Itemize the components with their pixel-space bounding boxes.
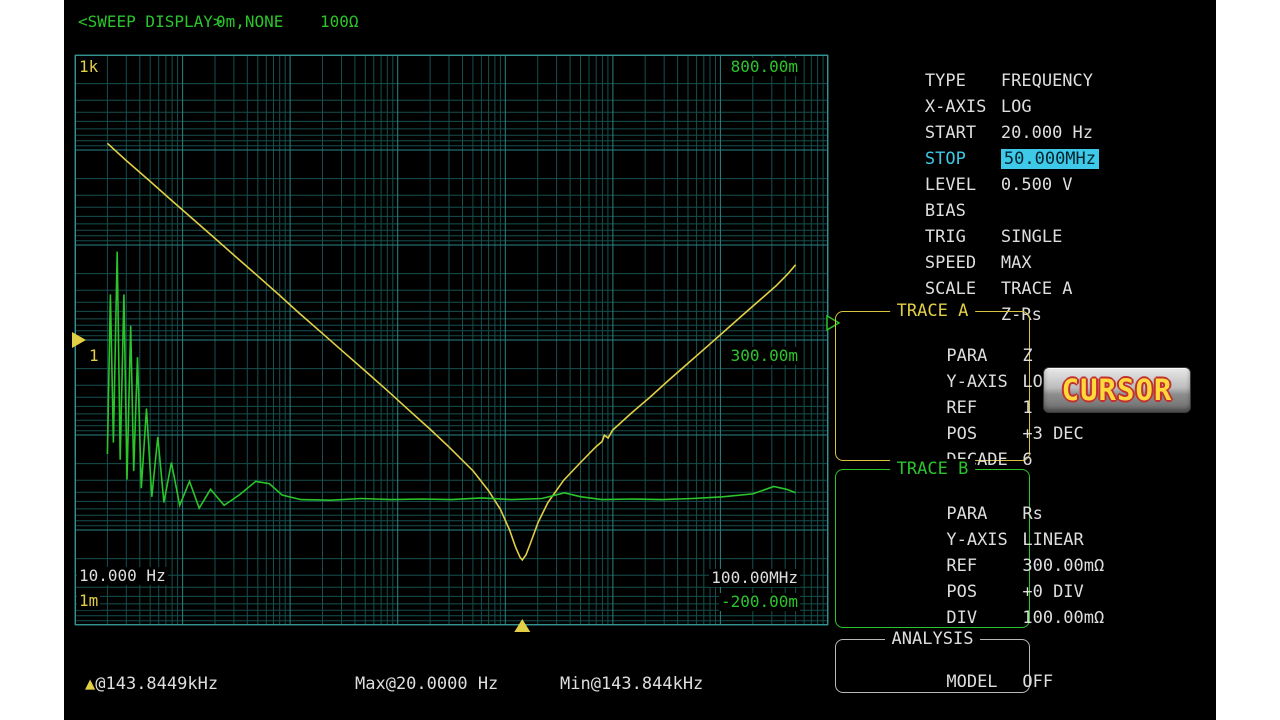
trace-a-ref-marker-icon[interactable] (72, 332, 86, 348)
max-readout-header: Max@20.0000 Hz (355, 673, 498, 695)
setting-row-type[interactable]: TYPEFREQUENCY (843, 51, 1093, 77)
trace-b-value: 100.00mΩ (1022, 608, 1104, 628)
trace-a-value: 1 (1022, 398, 1032, 418)
trace-b-label: PARA (946, 504, 1022, 524)
trace-b-row-para[interactable]: PARARs (844, 484, 1104, 510)
trace-a-label: REF (946, 398, 1022, 418)
setting-label: TYPE (925, 71, 1001, 91)
cursor-triangle-icon: ▲ (85, 674, 95, 694)
readout-min-column: Min@143.844kHz 4.8504m 4.8389m (560, 629, 703, 720)
statusbar-impedance-range: 100Ω (320, 12, 359, 31)
trace-b-value: LINEAR (1022, 530, 1083, 550)
trace-b-panel-title: TRACE B (890, 459, 976, 479)
setting-label: START (925, 123, 1001, 143)
readout-cursor-column: ▲@143.8449kHz Z4.8504m Rs4.8389m (85, 629, 218, 720)
setting-value: TRACE A (1001, 279, 1073, 299)
trace-b-label: POS (946, 582, 1022, 602)
sweep-plot-svg[interactable] (75, 55, 828, 625)
trace-z-line (107, 143, 795, 560)
trace-b-label: REF (946, 556, 1022, 576)
cursor-frequency: @143.8449kHz (95, 674, 218, 694)
trace-a-bottom-scale-label: 1m (77, 592, 100, 610)
setting-value: 20.000 Hz (1001, 123, 1093, 143)
trace-a-row-para[interactable]: PARAZ (844, 326, 1084, 352)
trace-b-label: Y-AXIS (946, 530, 1022, 550)
instrument-screen: <SWEEP DISPLAY> 0m,NONE 100Ω 1k 800.00m … (64, 0, 1216, 720)
trace-a-value: 6 (1022, 450, 1032, 470)
readout-max-column: Max@20.0000 Hz 117.04 107.92 (355, 629, 498, 720)
analysis-row-model[interactable]: MODELOFF (844, 652, 1053, 678)
setting-value: 0.500 V (1001, 175, 1073, 195)
x-axis-max-label: 100.00MHz (709, 569, 800, 587)
trace-a-top-scale-label: 1k (77, 58, 100, 76)
statusbar-title: <SWEEP DISPLAY> (78, 12, 223, 31)
setting-value: LOG (1001, 97, 1032, 117)
setting-label: BIAS (925, 201, 1001, 221)
trace-b-bottom-scale-label: -200.00m (719, 593, 800, 611)
analysis-label: MODEL (946, 672, 1022, 692)
setting-value: MAX (1001, 253, 1032, 273)
trace-a-label: Y-AXIS (946, 372, 1022, 392)
trace-b-value: 300.00mΩ (1022, 556, 1104, 576)
sweep-settings-panel: TYPEFREQUENCY X-AXISLOG START20.000 Hz S… (843, 51, 1093, 311)
setting-label: LEVEL (925, 175, 1001, 195)
min-readout-header: Min@143.844kHz (560, 673, 703, 695)
setting-label: SPEED (925, 253, 1001, 273)
setting-label: TRIG (925, 227, 1001, 247)
trace-a-value: +3 DEC (1022, 424, 1083, 444)
setting-value: FREQUENCY (1001, 71, 1093, 91)
trace-b-top-scale-label: 800.00m (729, 58, 800, 76)
analysis-panel-title: ANALYSIS (885, 629, 981, 649)
trace-a-label: POS (946, 424, 1022, 444)
trace-a-panel: TRACE A PARAZ Y-AXISLOG REF1 POS+3 DEC D… (835, 311, 1030, 461)
setting-label: STOP (925, 149, 1001, 169)
sweep-display-page: <SWEEP DISPLAY> 0m,NONE 100Ω 1k 800.00m … (0, 0, 1280, 720)
trace-b-panel: TRACE B PARARs Y-AXISLINEAR REF300.00mΩ … (835, 469, 1030, 628)
cursor-readout-header: ▲@143.8449kHz (85, 673, 218, 695)
trace-a-value: Z (1022, 346, 1032, 366)
x-axis-min-label: 10.000 Hz (77, 567, 168, 585)
cursor-button[interactable]: CURSOR (1043, 367, 1191, 413)
trace-a-panel-title: TRACE A (890, 301, 976, 321)
setting-value: SINGLE (1001, 227, 1062, 247)
trace-a-label: PARA (946, 346, 1022, 366)
setting-label: SCALE (925, 279, 1001, 299)
setting-label: X-AXIS (925, 97, 1001, 117)
analysis-panel: ANALYSIS MODELOFF (835, 639, 1030, 693)
trace-b-ref-scale-label: 300.00m (729, 347, 800, 365)
trace-b-value: Rs (1022, 504, 1042, 524)
trace-b-value: +0 DIV (1022, 582, 1083, 602)
trace-b-label: DIV (946, 608, 1022, 628)
sweep-plot[interactable]: 1k 800.00m 300.00m 1 10.000 Hz 1m 100.00… (75, 55, 828, 625)
statusbar-range-info: 0m,NONE (216, 12, 283, 31)
analysis-value: OFF (1022, 672, 1053, 692)
trace-a-ref-label: 1 (87, 347, 101, 365)
setting-value-highlighted: 50.000MHz (1001, 149, 1099, 169)
